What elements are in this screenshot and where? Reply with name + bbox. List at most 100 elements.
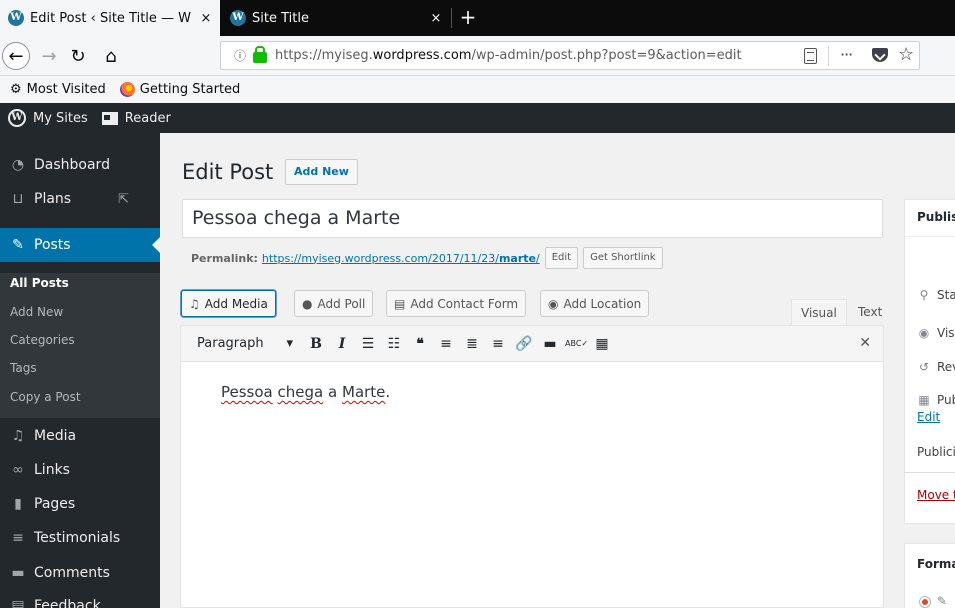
add-media-button[interactable]: ♫ Add Media: [181, 290, 276, 317]
box-header-divider: [905, 236, 955, 237]
numbered-list-icon[interactable]: ☷: [383, 336, 405, 352]
admin-sidebar: ◔ Dashboard ⊔ Plans ⇱ ✎ Posts All Posts …: [0, 133, 160, 608]
sidebar-item-links[interactable]: ∞ Links: [0, 453, 160, 487]
publish-divider: [905, 472, 955, 473]
media-icon: ♫: [11, 428, 25, 444]
gear-icon: ⚙: [10, 82, 22, 97]
bookmark-star-icon[interactable]: ☆: [898, 44, 914, 65]
pin-icon: ✎: [937, 594, 948, 608]
browser-tab-site-title[interactable]: W Site Title ×: [222, 0, 450, 36]
back-button[interactable]: ←: [2, 42, 30, 70]
wordpress-favicon-icon: W: [230, 10, 246, 26]
format-metabox: Format ✎: [904, 543, 955, 608]
sidebar-item-dashboard[interactable]: ◔ Dashboard: [0, 148, 160, 182]
url-text[interactable]: https://myiseg.wordpress.com/wp-admin/po…: [275, 48, 742, 63]
media-icon: ♫: [189, 296, 200, 311]
post-title-input[interactable]: Pessoa chega a Marte: [182, 199, 883, 238]
home-button[interactable]: ⌂: [98, 42, 124, 70]
edit-permalink-button[interactable]: Edit: [544, 247, 579, 269]
align-right-icon[interactable]: ≡: [487, 336, 509, 352]
add-location-button[interactable]: ◉ Add Location: [540, 290, 650, 317]
format-standard-radio[interactable]: [919, 596, 931, 608]
page-title: Edit Post: [182, 160, 274, 184]
page-icon: ▮: [14, 496, 22, 512]
lock-icon[interactable]: [253, 46, 267, 63]
reader-view-icon[interactable]: [804, 48, 817, 64]
move-to-trash-link[interactable]: Move to Trash: [917, 488, 955, 502]
wordpress-logo-icon[interactable]: W: [8, 109, 26, 127]
external-link-icon: ⇱: [118, 192, 129, 207]
testimonial-icon: ≡: [12, 530, 24, 546]
permalink-link[interactable]: https://myiseg.wordpress.com/2017/11/23/…: [262, 252, 540, 265]
bookmark-getting-started[interactable]: Getting Started: [119, 82, 240, 97]
tab-title: Edit Post ‹ Site Title — W: [30, 10, 192, 26]
format-select[interactable]: Paragraph ▾: [197, 336, 293, 351]
new-tab-button[interactable]: +: [456, 4, 480, 30]
comment-icon: ▬: [11, 565, 25, 581]
add-poll-button[interactable]: ● Add Poll: [294, 290, 374, 317]
cart-icon: ⊔: [12, 191, 24, 207]
submenu-categories[interactable]: Categories: [10, 333, 75, 347]
toolbar-toggle-icon[interactable]: ▦: [591, 336, 613, 352]
sidebar-item-plans[interactable]: ⊔ Plans ⇱: [0, 182, 160, 216]
pin-icon: ✎: [12, 237, 24, 253]
browser-tab-bar: W Edit Post ‹ Site Title — W × W Site Ti…: [0, 0, 955, 36]
location-icon: ◉: [548, 296, 559, 311]
submenu-add-new[interactable]: Add New: [10, 305, 63, 319]
get-shortlink-button[interactable]: Get Shortlink: [583, 247, 663, 269]
main-content: Edit Post Add New Pessoa chega a Marte P…: [160, 133, 955, 608]
wp-admin-bar: W My Sites Reader: [0, 103, 955, 133]
italic-icon[interactable]: I: [331, 336, 353, 352]
editor-content[interactable]: Pessoa chega a Marte.: [221, 383, 390, 401]
sidebar-item-feedback[interactable]: ▤ Feedback: [0, 589, 160, 608]
tab-visual[interactable]: Visual: [791, 299, 847, 326]
close-tab-icon[interactable]: ×: [426, 11, 446, 26]
sidebar-item-pages[interactable]: ▮ Pages: [0, 487, 160, 521]
reader-link[interactable]: Reader: [125, 111, 171, 126]
dashboard-icon: ◔: [11, 157, 25, 173]
url-separator: [828, 46, 829, 66]
bullet-list-icon[interactable]: ☰: [357, 336, 379, 352]
sidebar-item-posts[interactable]: ✎ Posts: [0, 228, 160, 262]
reload-button[interactable]: ↻: [66, 42, 90, 70]
read-more-icon[interactable]: ▬: [539, 336, 561, 352]
submenu-copy-a-post[interactable]: Copy a Post: [10, 390, 81, 404]
revisions-row: ↺ Revisions: [918, 360, 955, 374]
align-center-icon[interactable]: ≣: [461, 336, 483, 352]
sidebar-item-media[interactable]: ♫ Media: [0, 419, 160, 453]
publish-metabox: Publish ⚲ Status: ◉ Visibility: ↺ Revisi…: [904, 199, 955, 524]
align-left-icon[interactable]: ≡: [435, 336, 457, 352]
spellcheck-icon[interactable]: ABC✓: [565, 339, 588, 348]
posts-submenu: All Posts Add New Categories Tags Copy a…: [0, 273, 160, 418]
forward-button[interactable]: →: [38, 42, 60, 70]
chevron-down-icon: ▾: [286, 336, 293, 351]
editor-toolbar: Paragraph ▾ B I ☰ ☷ ❝ ≡ ≣ ≡ 🔗 ▬ ABC✓ ▦ ✕: [181, 326, 883, 362]
editor-area: Paragraph ▾ B I ☰ ☷ ❝ ≡ ≣ ≡ 🔗 ▬ ABC✓ ▦ ✕…: [180, 325, 884, 608]
link-icon[interactable]: 🔗: [513, 336, 535, 352]
browser-tab-edit-post[interactable]: W Edit Post ‹ Site Title — W ×: [0, 0, 220, 36]
pin-icon: ⚲: [919, 288, 929, 302]
add-new-button[interactable]: Add New: [285, 159, 358, 185]
submenu-all-posts[interactable]: All Posts: [10, 276, 69, 290]
submenu-tags[interactable]: Tags: [10, 361, 37, 375]
bookmark-most-visited[interactable]: ⚙ Most Visited: [10, 82, 106, 97]
my-sites-link[interactable]: My Sites: [33, 111, 88, 126]
publicize-row: Publicize:: [917, 445, 955, 459]
tab-separator: [451, 8, 452, 28]
link-icon: ∞: [12, 462, 24, 478]
feedback-icon: ▤: [11, 598, 25, 608]
blockquote-icon[interactable]: ❝: [409, 336, 431, 352]
distraction-free-icon[interactable]: ✕: [859, 335, 871, 351]
tab-text[interactable]: Text: [849, 299, 891, 326]
bold-icon[interactable]: B: [305, 336, 327, 352]
edit-date-link[interactable]: Edit: [917, 410, 940, 424]
history-icon: ↺: [918, 360, 930, 374]
add-contact-form-button[interactable]: ▤ Add Contact Form: [386, 290, 527, 317]
sidebar-item-comments[interactable]: ▬ Comments: [0, 556, 160, 590]
page-actions-icon[interactable]: ···: [840, 45, 853, 64]
reader-icon[interactable]: [101, 111, 118, 125]
sidebar-item-testimonials[interactable]: ≡ Testimonials: [0, 521, 160, 555]
permalink-row: Permalink: https://myiseg.wordpress.com/…: [191, 247, 663, 269]
close-tab-icon[interactable]: ×: [196, 11, 216, 26]
info-icon[interactable]: ⓘ: [229, 47, 251, 64]
